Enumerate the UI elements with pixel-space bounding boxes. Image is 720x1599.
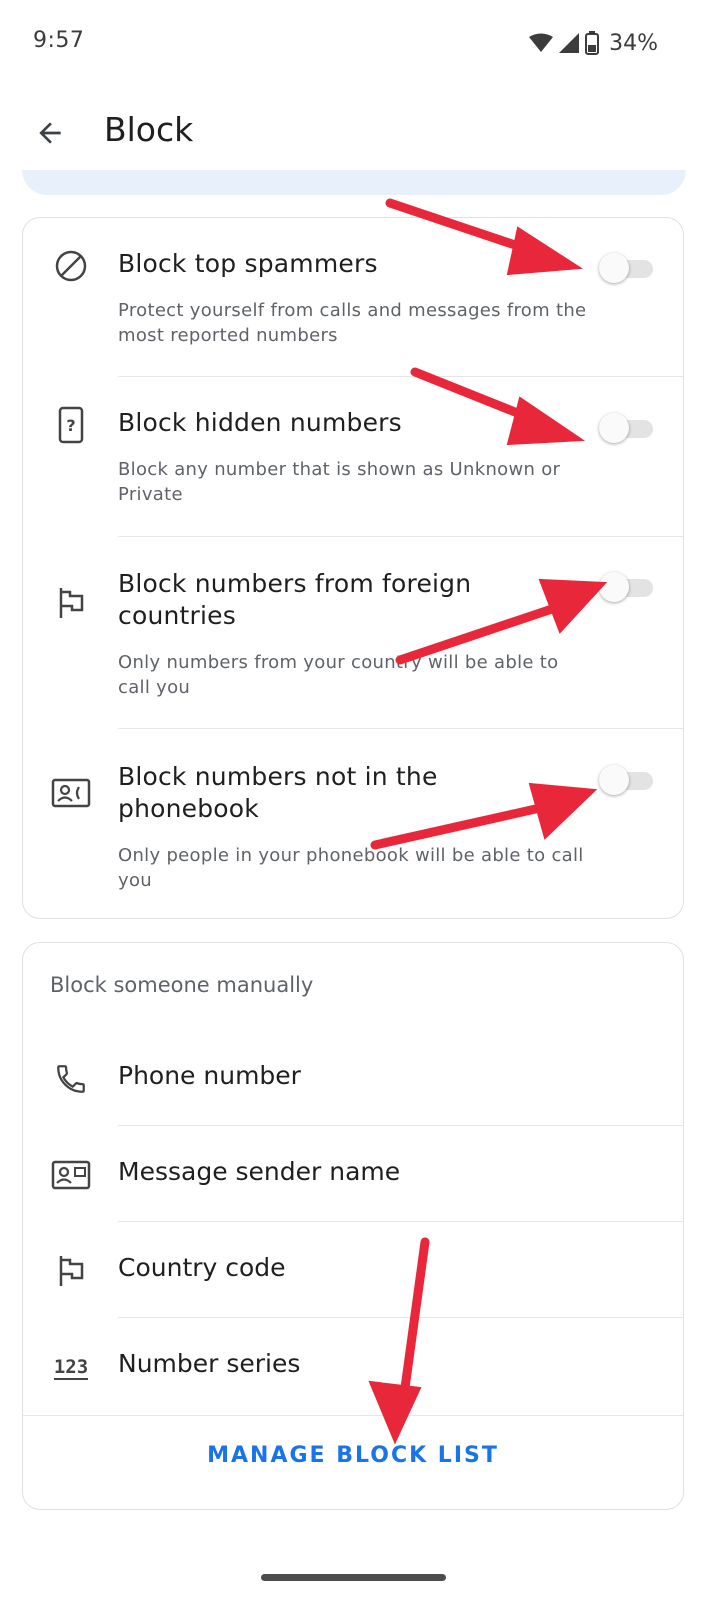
- setting-title: Block hidden numbers: [118, 408, 402, 437]
- flag-icon: [51, 583, 91, 623]
- setting-title: Block numbers from foreign countries: [118, 569, 472, 630]
- flag-icon: [51, 1251, 91, 1291]
- setting-block-foreign-countries[interactable]: Block numbers from foreign countries Onl…: [23, 537, 683, 729]
- page-title: Block: [104, 110, 194, 149]
- gesture-nav-bar[interactable]: [261, 1574, 446, 1581]
- manage-block-list-button[interactable]: MANAGE BLOCK LIST: [23, 1443, 683, 1468]
- block-icon: [51, 246, 91, 286]
- manual-block-card: Block someone manually Phone number Mess…: [22, 942, 684, 1510]
- manual-item-number-series[interactable]: 123 Number series: [23, 1319, 683, 1415]
- setting-block-top-spammers[interactable]: Block top spammers Protect yourself from…: [23, 218, 683, 376]
- arrow-back-icon: [39, 122, 61, 144]
- manual-item-message-sender-name[interactable]: Message sender name: [23, 1127, 683, 1223]
- setting-description: Block any number that is shown as Unknow…: [118, 459, 561, 505]
- info-banner-edge: [22, 170, 686, 195]
- sender-card-icon: [51, 1155, 91, 1195]
- manual-item-country-code[interactable]: Country code: [23, 1223, 683, 1319]
- manual-item-label: Message sender name: [118, 1157, 401, 1186]
- status-bar: 9:57 34%: [0, 0, 720, 90]
- manual-item-label: Country code: [118, 1253, 286, 1282]
- battery-icon: [585, 31, 600, 55]
- toggle-block-hidden-numbers[interactable]: [599, 413, 657, 443]
- setting-description: Protect yourself from calls and messages…: [118, 300, 587, 346]
- toggle-block-top-spammers[interactable]: [599, 253, 657, 283]
- hidden-phone-icon: ?: [51, 405, 91, 445]
- section-heading: Block someone manually: [50, 973, 314, 997]
- toggle-block-not-in-phonebook[interactable]: [599, 765, 657, 795]
- signal-icon: [559, 33, 580, 53]
- top-app-bar: Block: [0, 95, 720, 175]
- setting-title: Block numbers not in the phonebook: [118, 762, 438, 823]
- wifi-icon: [529, 33, 554, 52]
- manual-item-label: Number series: [118, 1349, 301, 1378]
- block-settings-card: Block top spammers Protect yourself from…: [22, 217, 684, 919]
- svg-text:123: 123: [54, 1356, 88, 1378]
- contact-card-icon: [51, 773, 91, 813]
- svg-text:?: ?: [66, 416, 75, 435]
- manual-item-phone-number[interactable]: Phone number: [23, 1031, 683, 1127]
- setting-description: Only numbers from your country will be a…: [118, 652, 559, 698]
- setting-block-not-in-phonebook[interactable]: Block numbers not in the phonebook Only …: [23, 729, 683, 919]
- manual-item-label: Phone number: [118, 1061, 301, 1090]
- setting-title: Block top spammers: [118, 249, 378, 278]
- setting-block-hidden-numbers[interactable]: ? Block hidden numbers Block any number …: [23, 377, 683, 537]
- battery-percent: 34%: [609, 30, 658, 56]
- phone-icon: [51, 1059, 91, 1099]
- back-button[interactable]: [30, 113, 70, 153]
- status-time: 9:57: [33, 28, 85, 53]
- status-icons: 34%: [529, 28, 658, 58]
- setting-description: Only people in your phonebook will be ab…: [118, 845, 584, 891]
- toggle-block-foreign-countries[interactable]: [599, 572, 657, 602]
- number-series-icon: 123: [51, 1347, 91, 1387]
